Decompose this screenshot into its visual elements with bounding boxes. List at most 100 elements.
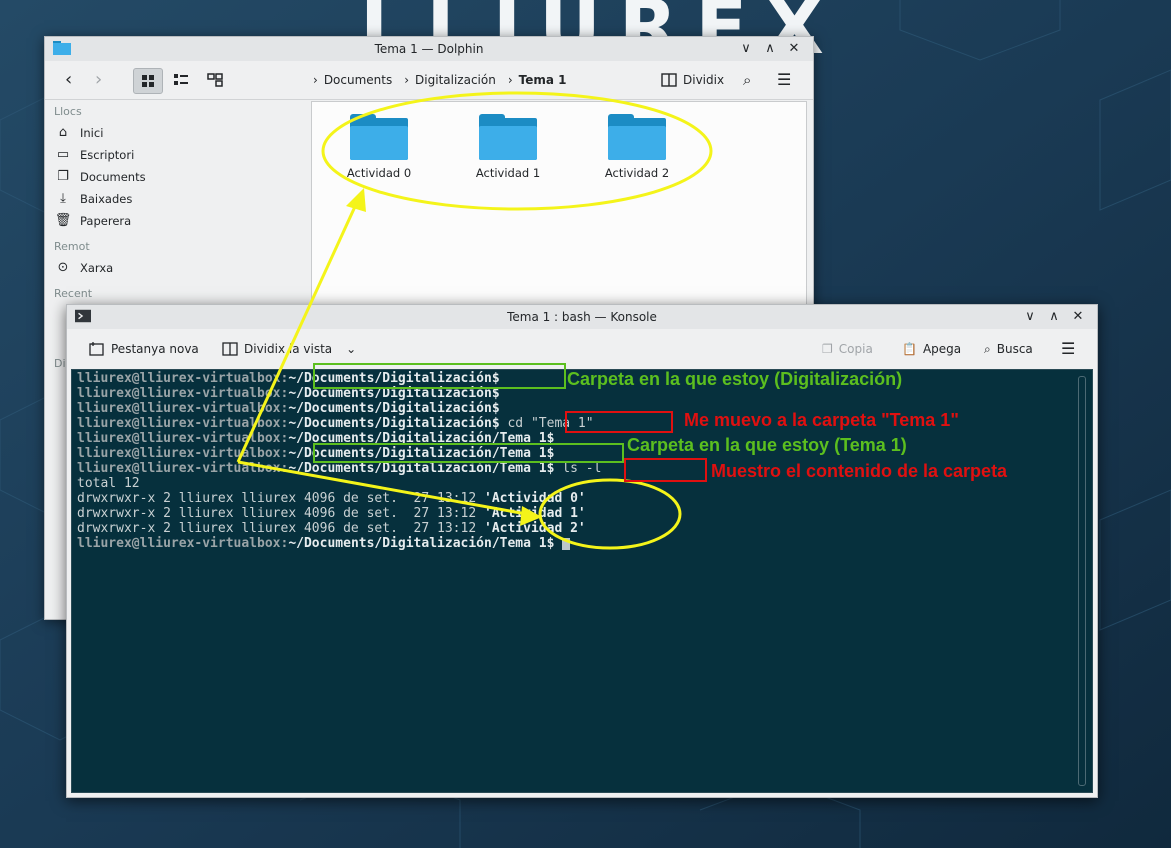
dolphin-titlebar[interactable]: Tema 1 — Dolphin ∨ ∧ ✕ — [45, 37, 813, 61]
place-label: Baixades — [80, 192, 133, 206]
breadcrumb: › Documents › Digitalización › Tema 1 — [313, 69, 567, 91]
paste-icon: 📋 — [902, 342, 917, 356]
paste-button[interactable]: 📋 Apega — [902, 338, 961, 360]
place-baixades[interactable]: ⤓ Baixades — [54, 189, 132, 209]
new-tab-icon — [89, 342, 104, 356]
new-tab-label: Pestanya nova — [111, 342, 199, 356]
home-icon: ⌂ — [58, 125, 68, 140]
chevron-right-icon: › — [404, 73, 410, 87]
details-view-button[interactable] — [203, 69, 227, 91]
place-paperera[interactable]: 🗑 Paperera — [54, 211, 131, 231]
prompt-user: lliurex@lliurex-virtualbox: — [77, 461, 289, 476]
terminal-line: drwxrwxr-x 2 lliurex lliurex 4096 de set… — [77, 491, 586, 506]
prompt-user: lliurex@lliurex-virtualbox: — [77, 536, 289, 551]
forward-icon[interactable]: › — [95, 69, 102, 91]
grid-icon — [142, 75, 154, 87]
listing-perms: drwxrwxr-x 2 lliurex lliurex 4096 de set… — [77, 491, 484, 506]
folder-label: Actividad 1 — [475, 166, 541, 180]
listing-perms: drwxrwxr-x 2 lliurex lliurex 4096 de set… — [77, 506, 484, 521]
devices-header-partial: Di — [54, 357, 66, 370]
dolphin-toolbar: ‹ › › Documents › Digitalización › Tema … — [45, 61, 813, 100]
prompt-user: lliurex@lliurex-virtualbox: — [77, 371, 289, 386]
place-label: Documents — [80, 170, 146, 184]
dolphin-window-title: Tema 1 — Dolphin — [374, 42, 484, 56]
annotation-note3: Carpeta en la que estoy (Tema 1) — [627, 435, 907, 455]
prompt-user: lliurex@lliurex-virtualbox: — [77, 431, 289, 446]
hamburger-menu-icon[interactable]: ☰ — [1061, 338, 1075, 360]
prompt-path: ~/Documents/Digitalización/Tema 1$ — [288, 536, 555, 551]
place-label: Escriptori — [80, 148, 135, 162]
terminal-line: lliurex@lliurex-virtualbox:~/Documents/D… — [77, 401, 500, 416]
copy-button[interactable]: ❐ Copia — [822, 338, 873, 360]
maximize-button[interactable]: ∧ — [761, 40, 779, 58]
place-inici[interactable]: ⌂ Inici — [54, 123, 104, 143]
konsole-titlebar[interactable]: Tema 1 : bash — Konsole ∨ ∧ ✕ — [67, 305, 1097, 329]
place-label: Inici — [80, 126, 104, 140]
chevron-right-icon: › — [507, 73, 513, 87]
folder-label: Actividad 0 — [346, 166, 412, 180]
split-view-icon — [222, 342, 238, 356]
prompt-user: lliurex@lliurex-virtualbox: — [77, 401, 289, 416]
folder-item[interactable]: Actividad 1 — [458, 114, 558, 180]
listing-name: 'Actividad 2' — [484, 521, 586, 536]
remote-header: Remot — [54, 240, 90, 253]
new-tab-button[interactable]: Pestanya nova — [89, 338, 199, 360]
close-button[interactable]: ✕ — [1069, 308, 1087, 326]
recent-header: Recent — [54, 287, 93, 300]
terminal-line: lliurex@lliurex-virtualbox:~/Documents/D… — [77, 536, 571, 551]
chevron-down-icon: ⌄ — [346, 342, 357, 356]
red-box-cd — [565, 411, 673, 433]
minimize-button[interactable]: ∨ — [1021, 308, 1039, 326]
search-icon[interactable]: ⌕ — [743, 69, 751, 91]
listing-name: 'Actividad 0' — [484, 491, 586, 506]
terminal-scrollbar[interactable] — [1078, 376, 1086, 786]
network-icon: ⊙ — [57, 260, 69, 275]
copy-label: Copia — [838, 342, 873, 356]
red-box-ls — [624, 458, 707, 482]
text-cursor — [562, 537, 571, 550]
place-escriptori[interactable]: ▭ Escriptori — [54, 145, 134, 165]
folder-icon — [479, 114, 537, 160]
green-box-path1 — [313, 363, 566, 389]
place-label: Paperera — [80, 214, 132, 228]
chevron-right-icon: › — [313, 73, 318, 87]
split-label: Dividix — [683, 73, 725, 87]
back-icon[interactable]: ‹ — [65, 69, 72, 91]
minimize-button[interactable]: ∨ — [737, 40, 755, 58]
hamburger-menu-icon[interactable]: ☰ — [777, 69, 791, 91]
breadcrumb-item-tema1[interactable]: Tema 1 — [519, 69, 567, 91]
prompt-path: ~/Documents/Digitalización$ — [288, 416, 500, 431]
close-button[interactable]: ✕ — [785, 40, 803, 58]
copy-icon: ❐ — [822, 342, 833, 356]
konsole-toolbar: Pestanya nova Dividix la vista ⌄ ❐ Copia… — [67, 329, 1097, 369]
maximize-button[interactable]: ∧ — [1045, 308, 1063, 326]
compact-view-button[interactable] — [169, 69, 193, 91]
trash-icon: 🗑 — [54, 213, 72, 228]
desktop-icon: ▭ — [56, 147, 70, 162]
breadcrumb-item-documents[interactable]: Documents — [324, 69, 392, 91]
folder-item[interactable]: Actividad 2 — [587, 114, 687, 180]
split-button[interactable]: Dividix — [661, 69, 724, 91]
annotation-note4: Muestro el contenido de la carpeta — [711, 461, 1008, 481]
prompt-user: lliurex@lliurex-virtualbox: — [77, 386, 289, 401]
split-view-label: Dividix la vista — [244, 342, 333, 356]
split-view-button[interactable]: Dividix la vista ⌄ — [222, 338, 356, 360]
search-label: Busca — [996, 342, 1033, 356]
search-icon: ⌕ — [984, 342, 991, 356]
breadcrumb-item-digitalizacion[interactable]: Digitalización — [415, 69, 496, 91]
list-icon — [174, 74, 188, 85]
annotation-note2: Me muevo a la carpeta "Tema 1" — [684, 410, 959, 430]
terminal-line: lliurex@lliurex-virtualbox:~/Documents/D… — [77, 461, 601, 476]
prompt-user: lliurex@lliurex-virtualbox: — [77, 416, 289, 431]
folder-icon — [608, 114, 666, 160]
annotation-note1: Carpeta en la que estoy (Digitalización) — [567, 369, 903, 389]
search-button[interactable]: ⌕ Busca — [984, 338, 1033, 360]
icons-view-button[interactable] — [133, 68, 163, 94]
folder-item[interactable]: Actividad 0 — [329, 114, 429, 180]
tree-icon — [207, 73, 223, 87]
place-xarxa[interactable]: ⊙ Xarxa — [54, 258, 114, 278]
place-documents[interactable]: ❐ Documents — [54, 167, 146, 187]
paste-label: Apega — [922, 342, 962, 356]
listing-name: 'Actividad 1' — [484, 506, 586, 521]
split-view-icon — [661, 73, 677, 87]
